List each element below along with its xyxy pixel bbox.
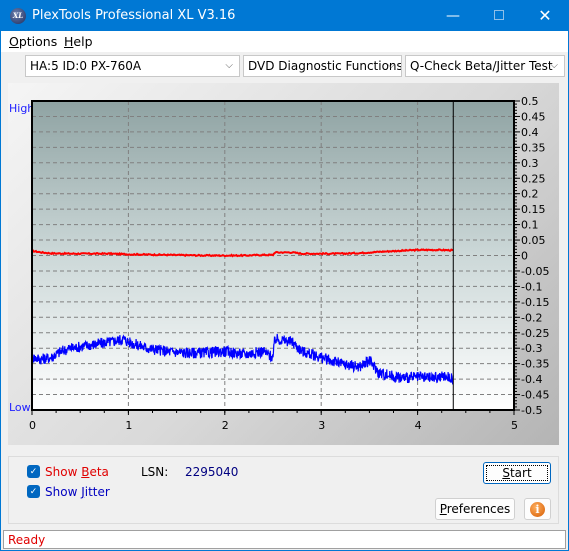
start-button[interactable]: Start: [483, 462, 551, 484]
y-tick-label: 0.4: [521, 126, 539, 139]
drive-select-value: HA:5 ID:0 PX-760A: [30, 59, 142, 73]
y-tick-label: -0.1: [521, 280, 542, 293]
preferences-label: references: [446, 502, 511, 516]
y-tick-label: 0.1: [521, 219, 539, 232]
chart-panel: High Low 0.5 0.45 0.4 0.35 0.3 0.25 0.2 0.15 0.1…: [8, 83, 559, 445]
show-jitter-label[interactable]: Show Jitter: [45, 485, 110, 499]
y-tick-label: 0.35: [521, 141, 546, 154]
y-tick-label: 0.2: [521, 188, 539, 201]
beta-jitter-chart: 0.5 0.45 0.4 0.35 0.3 0.25 0.2 0.15 0.1 0.05 0 -0.0…: [29, 95, 549, 432]
x-tick-label: 1: [125, 419, 132, 432]
y-tick-label: -0.35: [521, 358, 549, 371]
chevron-down-icon: ⌵: [387, 60, 395, 71]
y-tick-label: -0.2: [521, 311, 542, 324]
preferences-mnemonic: P: [439, 502, 447, 516]
y-tick-label: -0.45: [521, 389, 549, 402]
function-select-value: DVD Diagnostic Functions: [248, 59, 402, 73]
app-logo-icon: XL: [10, 8, 26, 24]
y-tick-label: -0.25: [521, 327, 549, 340]
toolbar: HA:5 ID:0 PX-760A ⌵ DVD Diagnostic Funct…: [1, 52, 568, 81]
lsn-value: 2295040: [185, 465, 239, 479]
show-jitter-checkbox[interactable]: ✓: [27, 485, 40, 498]
y-tick-label: 0: [521, 250, 528, 263]
test-select[interactable]: Q-Check Beta/Jitter Test ⌵: [405, 55, 565, 77]
maximize-button[interactable]: [476, 1, 522, 31]
y-tick-label: -0.3: [521, 342, 542, 355]
y-tick-label: 0.25: [521, 172, 546, 185]
x-tick-label: 2: [222, 419, 229, 432]
maximize-icon: [494, 10, 504, 20]
preferences-button[interactable]: Preferences: [435, 498, 515, 520]
menu-options-label: ptions: [18, 34, 58, 49]
y-tick-label: -0.05: [521, 265, 549, 278]
menu-help-mnemonic: H: [64, 34, 74, 49]
y-tick-label: 0.45: [521, 110, 546, 123]
start-mnemonic: S: [502, 466, 510, 480]
x-tick-label: 4: [415, 419, 422, 432]
menu-options[interactable]: Options: [9, 34, 57, 49]
controls-panel: ✓ Show Beta ✓ Show Jitter LSN: 2295040 S…: [8, 456, 559, 524]
x-tick-label: 3: [318, 419, 325, 432]
show-jitter-prefix: Show: [45, 485, 82, 499]
show-beta-checkbox[interactable]: ✓: [27, 465, 40, 478]
y-tick-label: -0.15: [521, 296, 549, 309]
app-window: XL PlexTools Professional XL V3.16 — ✕ O…: [0, 0, 569, 551]
show-beta-prefix: Show: [45, 465, 82, 479]
y-tick-label: 0.3: [521, 157, 539, 170]
function-select[interactable]: DVD Diagnostic Functions ⌵: [243, 55, 402, 77]
drive-select[interactable]: HA:5 ID:0 PX-760A ⌵: [25, 55, 240, 77]
title-bar: XL PlexTools Professional XL V3.16 — ✕: [1, 1, 568, 31]
info-icon: i: [530, 502, 545, 517]
y-tick-label: 0.15: [521, 203, 546, 216]
y-tick-label: 0.5: [521, 95, 539, 108]
x-tick-label: 0: [29, 419, 36, 432]
show-jitter-rest: itter: [84, 485, 110, 499]
chevron-down-icon: ⌵: [225, 60, 233, 71]
menu-bar: Options Help: [1, 31, 568, 52]
info-button[interactable]: i: [524, 498, 551, 520]
chevron-down-icon: ⌵: [550, 60, 558, 71]
y-tick-label: -0.4: [521, 373, 542, 386]
close-button[interactable]: ✕: [522, 1, 568, 31]
minimize-button[interactable]: —: [430, 1, 476, 31]
status-text: Ready: [8, 533, 46, 547]
y-tick-label: 0.05: [521, 234, 546, 247]
show-beta-label[interactable]: Show Beta: [45, 465, 109, 479]
menu-help-label: elp: [73, 34, 93, 49]
start-label: tart: [509, 466, 532, 480]
status-bar: Ready: [3, 530, 566, 549]
menu-options-mnemonic: O: [9, 34, 19, 49]
y-tick-label: -0.5: [521, 404, 542, 417]
test-select-value: Q-Check Beta/Jitter Test: [410, 59, 553, 73]
window-title: PlexTools Professional XL V3.16: [32, 8, 236, 23]
x-tick-label: 5: [511, 419, 518, 432]
show-beta-rest: eta: [89, 465, 109, 479]
menu-help[interactable]: Help: [64, 34, 93, 49]
lsn-label: LSN:: [141, 465, 169, 479]
